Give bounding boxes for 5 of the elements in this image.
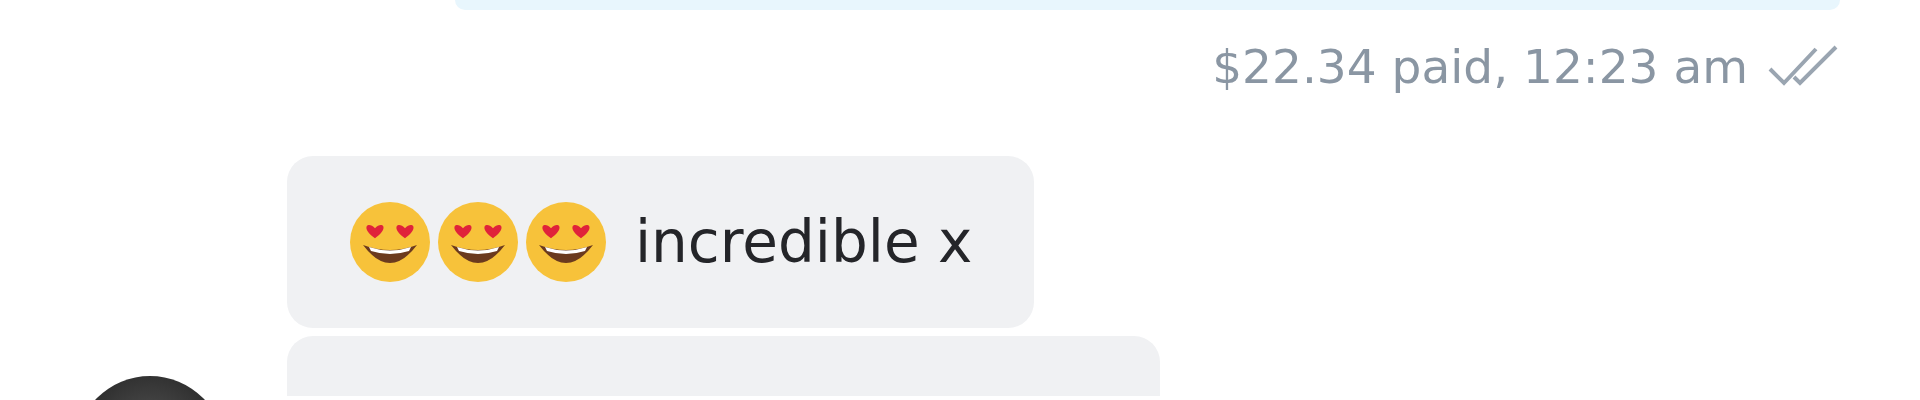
- heart-eyes-emoji-icon: [349, 201, 431, 283]
- message-status: $22.34 paid, 12:23 am: [1212, 38, 1748, 94]
- heart-eyes-emoji-icon: [525, 201, 607, 283]
- message-text: incredible x: [635, 208, 973, 276]
- heart-eyes-emoji-icon: [437, 201, 519, 283]
